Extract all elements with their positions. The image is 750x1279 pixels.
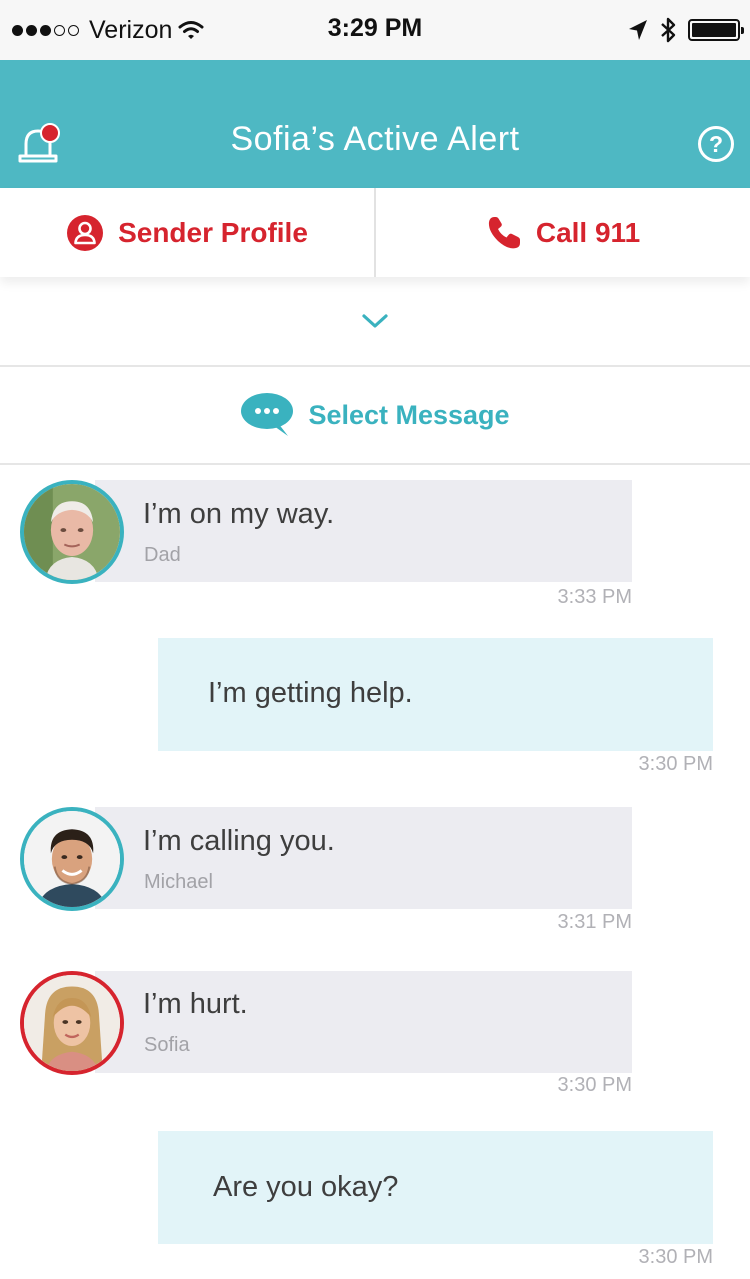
message-sender: Michael bbox=[144, 871, 213, 893]
chat-bubble-icon bbox=[241, 393, 294, 436]
avatar-michael-image bbox=[24, 811, 120, 907]
chevron-down-icon bbox=[362, 314, 388, 328]
message-text: I’m hurt. bbox=[143, 988, 248, 1020]
select-message-button[interactable]: Select Message bbox=[0, 367, 750, 465]
avatar-sofia[interactable] bbox=[20, 971, 124, 1075]
message-text: I’m on my way. bbox=[143, 498, 335, 530]
message-sender: Dad bbox=[144, 544, 181, 566]
action-row: Sender Profile Call 911 bbox=[0, 188, 750, 277]
bluetooth-icon bbox=[661, 17, 676, 43]
sender-profile-button[interactable]: Sender Profile bbox=[0, 188, 374, 277]
expand-toggle[interactable] bbox=[0, 277, 750, 367]
select-message-label: Select Message bbox=[308, 399, 510, 430]
battery-icon bbox=[688, 19, 744, 41]
call-911-button[interactable]: Call 911 bbox=[376, 188, 750, 277]
avatar-michael[interactable] bbox=[20, 807, 124, 911]
message-timestamp: 3:33 PM bbox=[557, 586, 632, 608]
page-title: Sofia’s Active Alert bbox=[230, 120, 520, 158]
help-icon[interactable]: ? bbox=[698, 126, 734, 162]
message-timestamp: 3:30 PM bbox=[638, 753, 713, 775]
phone-icon bbox=[488, 216, 520, 248]
message-text: I’m calling you. bbox=[143, 825, 335, 857]
profile-icon bbox=[67, 214, 104, 251]
message-sender: Sofia bbox=[144, 1034, 190, 1056]
message-timestamp: 3:31 PM bbox=[557, 911, 632, 933]
avatar-sofia-image bbox=[24, 975, 120, 1071]
call-911-label: Call 911 bbox=[535, 216, 641, 248]
message-timestamp: 3:30 PM bbox=[557, 1074, 632, 1096]
app-header: Sofia’s Active Alert ? bbox=[0, 60, 750, 188]
message-timestamp: 3:30 PM bbox=[638, 1246, 713, 1268]
status-bar: Verizon 3:29 PM bbox=[0, 0, 750, 60]
message-text: I’m getting help. bbox=[208, 677, 413, 709]
location-arrow-icon bbox=[629, 20, 647, 40]
avatar-dad[interactable] bbox=[20, 480, 124, 584]
avatar-dad-image bbox=[24, 484, 120, 580]
message-bubble-received[interactable] bbox=[95, 971, 632, 1073]
message-text: Are you okay? bbox=[213, 1171, 399, 1203]
sender-profile-label: Sender Profile bbox=[118, 216, 308, 248]
status-right bbox=[628, 14, 744, 46]
